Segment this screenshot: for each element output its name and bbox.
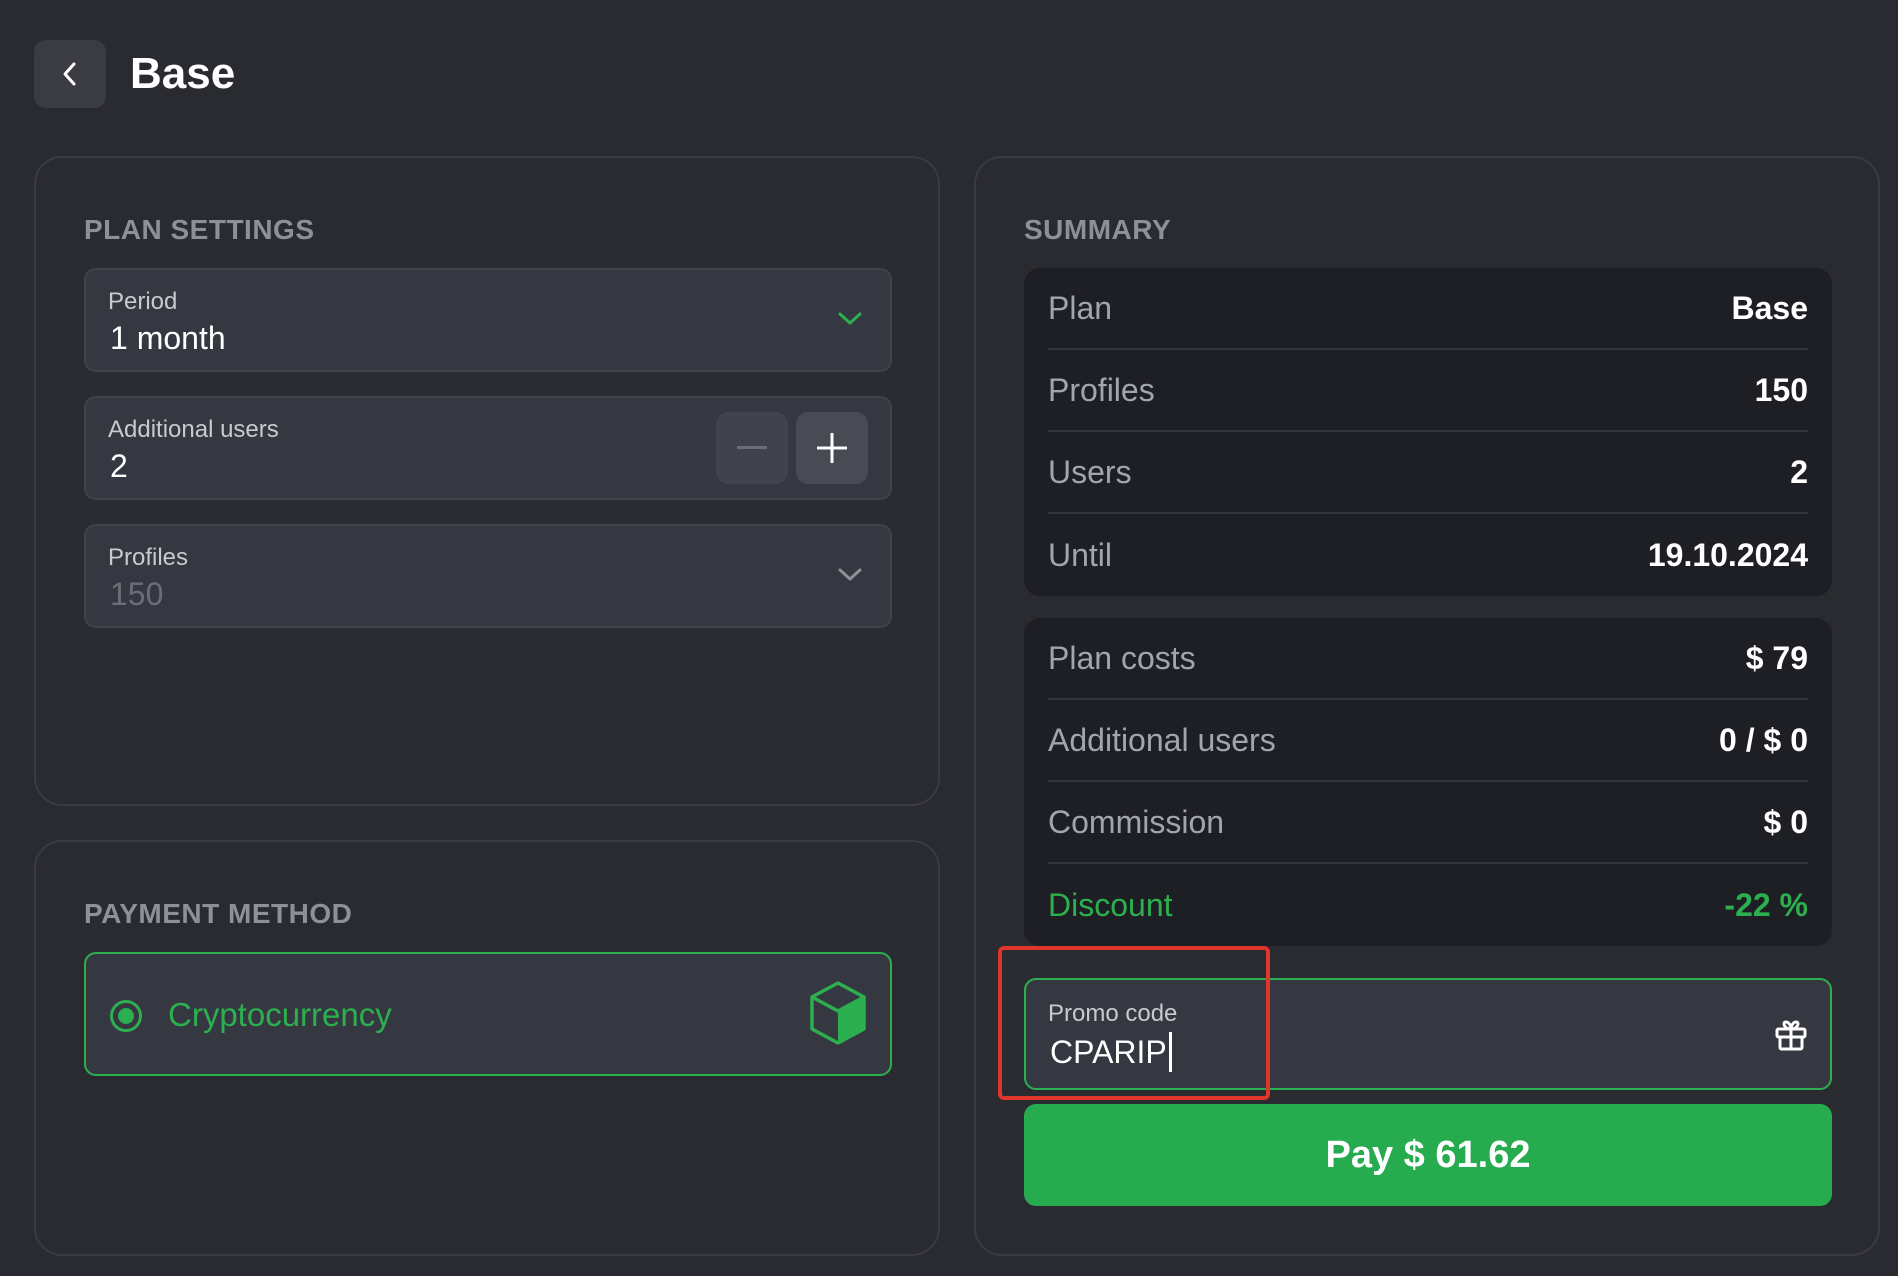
summary-value: Base	[1731, 289, 1809, 326]
chevron-left-icon	[63, 62, 76, 86]
chevron-down-icon	[838, 568, 862, 581]
summary-value: 19.10.2024	[1647, 536, 1808, 573]
promo-code-text: CPARIP	[1050, 1033, 1167, 1070]
plan-settings-panel: PLAN SETTINGS Period 1 month Additional …	[34, 156, 940, 806]
summary-row: Until 19.10.2024	[1048, 514, 1808, 596]
profiles-label: Profiles	[108, 544, 189, 571]
discount-label: Discount	[1048, 886, 1173, 923]
additional-users-value[interactable]: 2	[110, 448, 128, 485]
additional-users-field: Additional users 2	[84, 396, 892, 500]
header: Base	[34, 40, 235, 108]
discount-row: Discount -22 %	[1048, 864, 1808, 946]
decrement-users-button[interactable]	[716, 412, 788, 484]
summary-value: 150	[1754, 371, 1808, 408]
increment-users-button[interactable]	[796, 412, 868, 484]
summary-row: Profiles 150	[1048, 350, 1808, 432]
payment-option-label: Cryptocurrency	[168, 996, 392, 1033]
plan-summary-box: Plan Base Profiles 150 Users 2 Until 19.…	[1024, 268, 1832, 596]
summary-panel: SUMMARY Plan Base Profiles 150 Users 2 U…	[974, 156, 1880, 1256]
payment-option-cryptocurrency[interactable]: Cryptocurrency	[84, 952, 892, 1076]
radio-selected[interactable]	[110, 1000, 142, 1032]
minus-icon	[737, 446, 767, 449]
payment-method-panel: PAYMENT METHOD Cryptocurrency	[34, 840, 940, 1256]
summary-row: Plan Base	[1048, 268, 1808, 350]
payment-method-heading: PAYMENT METHOD	[84, 898, 353, 929]
cost-label: Plan costs	[1048, 639, 1196, 676]
summary-label: Until	[1048, 536, 1113, 573]
text-caret	[1168, 1032, 1172, 1072]
page-title: Base	[130, 49, 236, 98]
plan-settings-heading: PLAN SETTINGS	[84, 214, 315, 245]
period-select[interactable]: Period 1 month	[84, 268, 892, 372]
cost-value: 0 / $ 0	[1719, 721, 1808, 758]
cost-summary-box: Plan costs $ 79 Additional users 0 / $ 0…	[1024, 618, 1832, 946]
cost-row: Plan costs $ 79	[1048, 618, 1808, 700]
period-value: 1 month	[110, 320, 226, 356]
cost-row: Commission $ 0	[1048, 782, 1808, 864]
summary-row: Users 2	[1048, 432, 1808, 514]
summary-heading: SUMMARY	[1024, 214, 1172, 245]
promo-code-label: Promo code	[1048, 1000, 1178, 1027]
additional-users-label: Additional users	[108, 416, 279, 443]
profiles-value: 150	[110, 576, 164, 612]
promo-code-value[interactable]: CPARIP	[1050, 1032, 1172, 1072]
cube-icon	[810, 981, 866, 1045]
summary-label: Plan	[1048, 289, 1113, 326]
cost-row: Additional users 0 / $ 0	[1048, 700, 1808, 782]
gift-icon[interactable]	[1774, 1018, 1808, 1052]
promo-code-input[interactable]: Promo code CPARIP	[1024, 978, 1832, 1090]
back-button[interactable]	[34, 40, 106, 108]
discount-value: -22 %	[1724, 886, 1808, 923]
cost-label: Additional users	[1048, 721, 1276, 758]
cost-value: $ 0	[1763, 803, 1808, 840]
profiles-select[interactable]: Profiles 150	[84, 524, 892, 628]
cost-value: $ 79	[1745, 639, 1808, 676]
summary-label: Users	[1048, 453, 1132, 490]
cost-label: Commission	[1048, 803, 1225, 840]
period-label: Period	[108, 288, 178, 315]
plus-icon	[817, 433, 847, 463]
chevron-down-icon	[838, 312, 862, 325]
summary-label: Profiles	[1048, 371, 1155, 408]
pay-button[interactable]: Pay $ 61.62	[1024, 1104, 1832, 1206]
summary-value: 2	[1790, 453, 1808, 490]
